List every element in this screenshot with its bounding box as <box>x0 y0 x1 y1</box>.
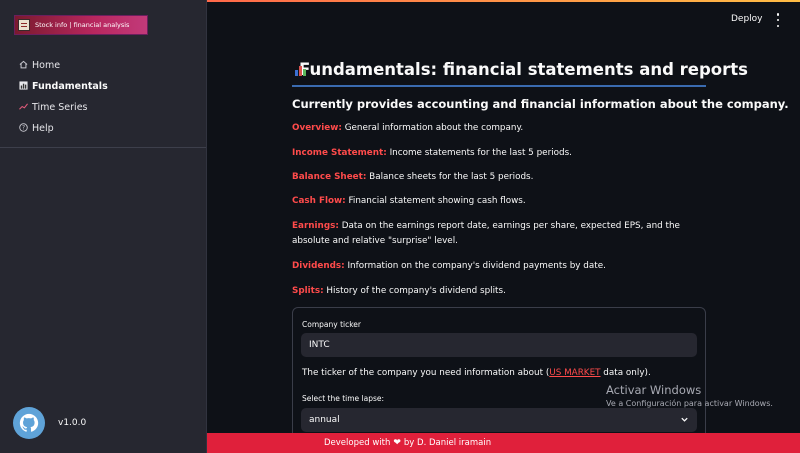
desc-term: Earnings: <box>292 221 339 231</box>
list-item: Cash Flow: Financial statement showing c… <box>292 194 706 209</box>
heart-icon: ❤ <box>393 438 401 448</box>
list-item: Earnings: Data on the earnings report da… <box>292 219 706 249</box>
sidebar-item-time-series[interactable]: Time Series <box>0 97 206 118</box>
windows-activation-watermark: Activar Windows Ve a Configuración para … <box>606 383 773 408</box>
sidebar-divider <box>0 147 206 148</box>
kebab-menu-icon[interactable] <box>773 13 783 27</box>
desc-text: Financial statement showing cash flows. <box>348 196 526 206</box>
list-item: Dividends: Information on the company's … <box>292 259 706 274</box>
desc-text: Income statements for the last 5 periods… <box>389 148 572 158</box>
trend-line-icon <box>18 102 28 113</box>
github-icon[interactable] <box>13 407 45 439</box>
ticker-input[interactable]: INTC <box>301 333 697 357</box>
timelapse-select[interactable]: annual <box>301 408 697 432</box>
help-prefix: The ticker of the company you need infor… <box>302 368 550 378</box>
bar-chart-icon <box>18 81 28 92</box>
desc-term: Income Statement: <box>292 148 387 158</box>
sidebar: Stock info | financial analysis Home Fun… <box>0 0 207 453</box>
sidebar-item-home[interactable]: Home <box>0 55 206 76</box>
chevron-down-icon <box>681 417 688 422</box>
timelapse-value: annual <box>309 415 340 425</box>
title-divider <box>292 85 706 87</box>
app-brand-text: Stock info | financial analysis <box>35 21 130 29</box>
list-item: Overview: General information about the … <box>292 121 706 136</box>
watermark-title: Activar Windows <box>606 383 702 397</box>
ticker-form: Company ticker INTC The ticker of the co… <box>292 307 706 453</box>
footer-bar: Developed with ❤ by D. Daniel iramain <box>207 433 800 453</box>
desc-text: Data on the earnings report date, earnin… <box>292 221 680 246</box>
sidebar-item-label: Time Series <box>32 102 88 113</box>
list-item: Balance Sheet: Balance sheets for the la… <box>292 170 706 185</box>
sidebar-item-help[interactable]: ? Help <box>0 118 206 139</box>
ticker-label: Company ticker <box>302 320 361 329</box>
help-suffix: data only). <box>600 368 651 378</box>
ticker-help-text: The ticker of the company you need infor… <box>302 368 651 378</box>
page-subtitle: Currently provides accounting and financ… <box>292 97 789 111</box>
desc-text: Information on the company's dividend pa… <box>347 261 606 271</box>
app-version: v1.0.0 <box>58 418 87 428</box>
svg-text:?: ? <box>21 126 24 132</box>
desc-term: Splits: <box>292 286 324 296</box>
sidebar-item-fundamentals[interactable]: Fundamentals <box>0 76 206 97</box>
timelapse-label: Select the time lapse: <box>302 394 385 403</box>
desc-term: Overview: <box>292 123 342 133</box>
desc-term: Balance Sheet: <box>292 172 367 182</box>
sidebar-item-label: Help <box>32 123 54 134</box>
watermark-subtitle: Ve a Configuración para activar Windows. <box>606 399 773 408</box>
footer-suffix: by D. Daniel iramain <box>403 438 492 448</box>
us-market-link[interactable]: US MARKET <box>549 368 600 378</box>
desc-text: General information about the company. <box>344 123 524 133</box>
footer-prefix: Developed with <box>324 438 391 448</box>
desc-term: Dividends: <box>292 261 345 271</box>
desc-term: Cash Flow: <box>292 196 346 206</box>
deploy-button[interactable]: Deploy <box>731 14 763 24</box>
app-logo-banner: Stock info | financial analysis <box>14 15 148 35</box>
sidebar-nav: Home Fundamentals Time Series ? Help <box>0 55 206 139</box>
home-icon <box>18 60 28 71</box>
footer-credit: Developed with ❤ by D. Daniel iramain <box>324 438 491 448</box>
desc-text: Balance sheets for the last 5 periods. <box>369 172 534 182</box>
desc-text: History of the company's dividend splits… <box>326 286 506 296</box>
page-title-text: Fundamentals: financial statements and r… <box>299 60 748 79</box>
page-title: Fundamentals: financial statements and r… <box>292 60 748 79</box>
list-item: Income Statement: Income statements for … <box>292 146 706 161</box>
sidebar-item-label: Home <box>32 60 61 71</box>
list-item: Splits: History of the company's dividen… <box>292 284 706 299</box>
ledger-icon <box>18 19 30 31</box>
help-icon: ? <box>18 123 28 134</box>
sidebar-item-label: Fundamentals <box>32 81 108 92</box>
